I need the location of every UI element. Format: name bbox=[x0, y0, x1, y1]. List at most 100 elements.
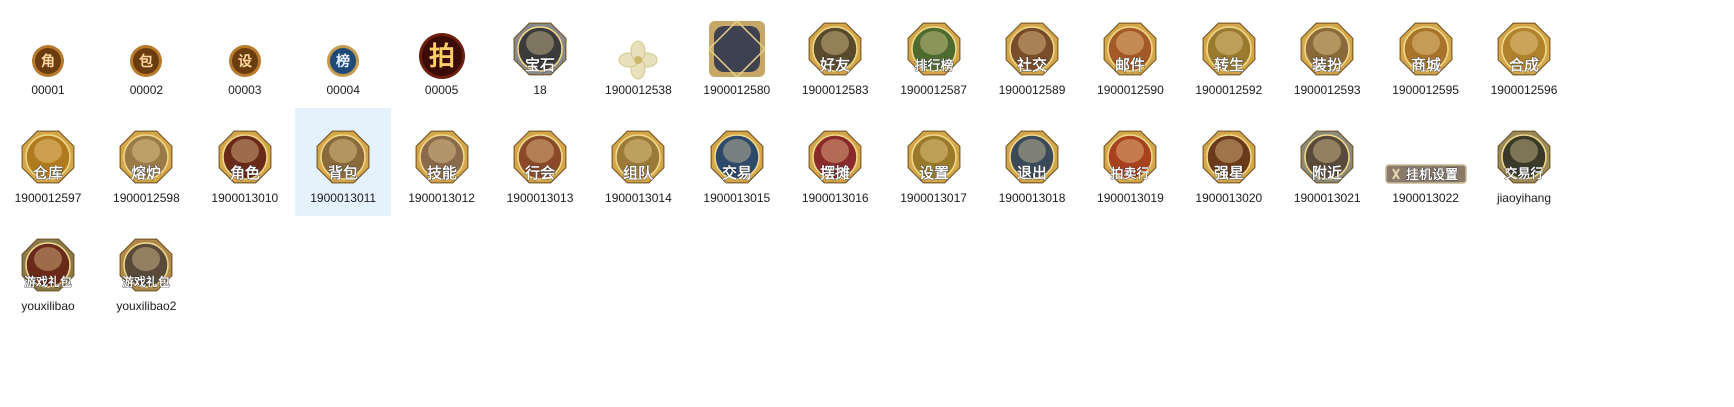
file-item[interactable]: 宝石 18 bbox=[492, 0, 588, 108]
icon-glyph: 强星 bbox=[1214, 164, 1244, 182]
file-item[interactable]: 退出 1900013018 bbox=[984, 108, 1080, 216]
icon-glyph: 仓库 bbox=[32, 164, 63, 182]
file-thumbnail: 商城 bbox=[1397, 20, 1455, 78]
file-thumbnail: 装扮 bbox=[1298, 20, 1356, 78]
file-name: 00004 bbox=[326, 83, 360, 97]
file-item[interactable]: 挂机设置 1900013022 bbox=[1378, 108, 1474, 216]
icon-glyph: 游戏礼包 bbox=[122, 274, 170, 289]
file-item[interactable]: 设 00003 bbox=[197, 0, 293, 108]
icon-glyph: 装扮 bbox=[1311, 56, 1342, 74]
file-item[interactable]: 角色 1900013010 bbox=[197, 108, 293, 216]
file-name: 1900013011 bbox=[310, 191, 377, 205]
file-name: 18 bbox=[533, 83, 547, 97]
file-grid: 角 00001 包 00002 设 00003 榜 00004 拍 00005 宝石 18 190001… bbox=[0, 0, 1734, 407]
icon-glyph: 附近 bbox=[1312, 164, 1342, 182]
file-item[interactable]: 榜 00004 bbox=[295, 0, 391, 108]
file-name: 1900013012 bbox=[408, 191, 475, 205]
icon-glyph: 设置 bbox=[919, 164, 949, 182]
icon-glyph: 角 bbox=[41, 53, 55, 70]
file-thumbnail: 交易 bbox=[708, 128, 766, 186]
icon-glyph: 交易行 bbox=[1504, 166, 1543, 182]
file-thumbnail: 附近 bbox=[1298, 128, 1356, 186]
file-thumbnail: 熔炉 bbox=[117, 128, 175, 186]
file-thumbnail: 游戏礼包 bbox=[117, 236, 175, 294]
file-item[interactable]: 交易行 jiaoyihang bbox=[1476, 108, 1572, 216]
file-name: 1900013014 bbox=[605, 191, 672, 205]
file-item[interactable]: 装扮 1900012593 bbox=[1279, 0, 1375, 108]
file-thumbnail: 拍 bbox=[418, 32, 466, 80]
icon-glyph: 背包 bbox=[328, 164, 358, 182]
file-name: 1900012589 bbox=[998, 83, 1066, 97]
icon-glyph: 邮件 bbox=[1115, 56, 1145, 74]
file-name: 00003 bbox=[228, 83, 262, 97]
file-item[interactable]: 背包 1900013011 bbox=[295, 108, 392, 216]
file-thumbnail: 组队 bbox=[609, 128, 667, 186]
icon-glyph: 转生 bbox=[1214, 56, 1244, 74]
icon-glyph: 交易 bbox=[722, 164, 752, 182]
file-item[interactable]: 拍卖行 1900013019 bbox=[1082, 108, 1178, 216]
file-item[interactable]: 包 00002 bbox=[98, 0, 194, 108]
icon-glyph: 技能 bbox=[427, 164, 457, 182]
file-item[interactable]: 摆摊 1900013016 bbox=[787, 108, 883, 216]
file-name: youxilibao bbox=[21, 299, 75, 313]
file-item[interactable]: 1900012538 bbox=[590, 0, 686, 108]
file-thumbnail: 排行榜 bbox=[905, 20, 963, 78]
file-name: 1900012590 bbox=[1097, 83, 1164, 97]
file-item[interactable]: 技能 1900013012 bbox=[394, 108, 490, 216]
file-thumbnail: 退出 bbox=[1003, 128, 1061, 186]
file-item[interactable]: 合成 1900012596 bbox=[1476, 0, 1572, 108]
file-item[interactable]: 强星 1900013020 bbox=[1181, 108, 1277, 216]
file-item[interactable]: 仓库 1900012597 bbox=[0, 108, 96, 216]
file-thumbnail: 设置 bbox=[905, 128, 963, 186]
file-item[interactable]: 转生 1900012592 bbox=[1181, 0, 1277, 108]
file-item[interactable]: 交易 1900013015 bbox=[689, 108, 785, 216]
file-name: 1900013010 bbox=[211, 191, 279, 205]
icon-glyph: 摆摊 bbox=[820, 164, 850, 182]
file-item[interactable]: 1900012580 bbox=[689, 0, 785, 108]
file-item[interactable]: 社交 1900012589 bbox=[984, 0, 1080, 108]
file-thumbnail bbox=[707, 20, 766, 78]
file-item[interactable]: 排行榜 1900012587 bbox=[886, 0, 982, 108]
icon-glyph: 社交 bbox=[1016, 56, 1047, 74]
file-thumbnail: 摆摊 bbox=[806, 128, 864, 186]
file-item[interactable]: 好友 1900012583 bbox=[787, 0, 883, 108]
file-name: 00005 bbox=[424, 83, 459, 97]
file-item[interactable]: 拍 00005 bbox=[394, 0, 490, 108]
file-name: 1900013022 bbox=[1392, 191, 1459, 205]
file-name: 1900013021 bbox=[1293, 191, 1361, 205]
file-thumbnail: 合成 bbox=[1495, 20, 1553, 78]
file-name: 1900012587 bbox=[900, 83, 967, 97]
file-item[interactable]: 熔炉 1900012598 bbox=[98, 108, 194, 216]
file-item[interactable]: 角 00001 bbox=[0, 0, 96, 108]
icon-glyph: 排行榜 bbox=[914, 58, 953, 74]
file-item[interactable]: 商城 1900012595 bbox=[1378, 0, 1474, 108]
file-thumbnail: 社交 bbox=[1003, 20, 1061, 78]
icon-glyph: 行会 bbox=[524, 164, 555, 182]
file-thumbnail: 转生 bbox=[1200, 20, 1258, 78]
file-thumbnail: 仓库 bbox=[19, 128, 77, 186]
file-thumbnail: 榜 bbox=[326, 44, 360, 78]
file-item[interactable]: 游戏礼包 youxilibao2 bbox=[98, 216, 194, 324]
file-item[interactable]: 附近 1900013021 bbox=[1279, 108, 1375, 216]
file-name: 1900013020 bbox=[1195, 191, 1263, 205]
file-item[interactable]: 组队 1900013014 bbox=[590, 108, 686, 216]
icon-glyph: 榜 bbox=[336, 53, 350, 70]
file-name: 1900013015 bbox=[703, 191, 771, 205]
file-thumbnail: 挂机设置 bbox=[1384, 163, 1467, 185]
icon-glyph: 宝石 bbox=[525, 56, 555, 74]
file-thumbnail: 背包 bbox=[314, 128, 372, 186]
file-item[interactable]: 游戏礼包 youxilibao bbox=[0, 216, 96, 324]
file-name: jiaoyihang bbox=[1496, 191, 1552, 205]
file-item[interactable]: 设置 1900013017 bbox=[886, 108, 982, 216]
file-name: 1900012595 bbox=[1392, 83, 1459, 97]
file-thumbnail bbox=[618, 40, 658, 80]
file-item[interactable]: 邮件 1900012590 bbox=[1082, 0, 1178, 108]
file-item[interactable]: 行会 1900013013 bbox=[492, 108, 588, 216]
file-name: 1900012598 bbox=[113, 191, 180, 205]
file-name: 1900012538 bbox=[605, 83, 672, 97]
file-name: 1900012583 bbox=[801, 83, 869, 97]
icon-glyph: 拍卖行 bbox=[1111, 166, 1150, 182]
icon-glyph: 挂机设置 bbox=[1406, 167, 1458, 183]
file-name: 1900012593 bbox=[1293, 83, 1361, 97]
icon-glyph: 商城 bbox=[1411, 56, 1441, 74]
